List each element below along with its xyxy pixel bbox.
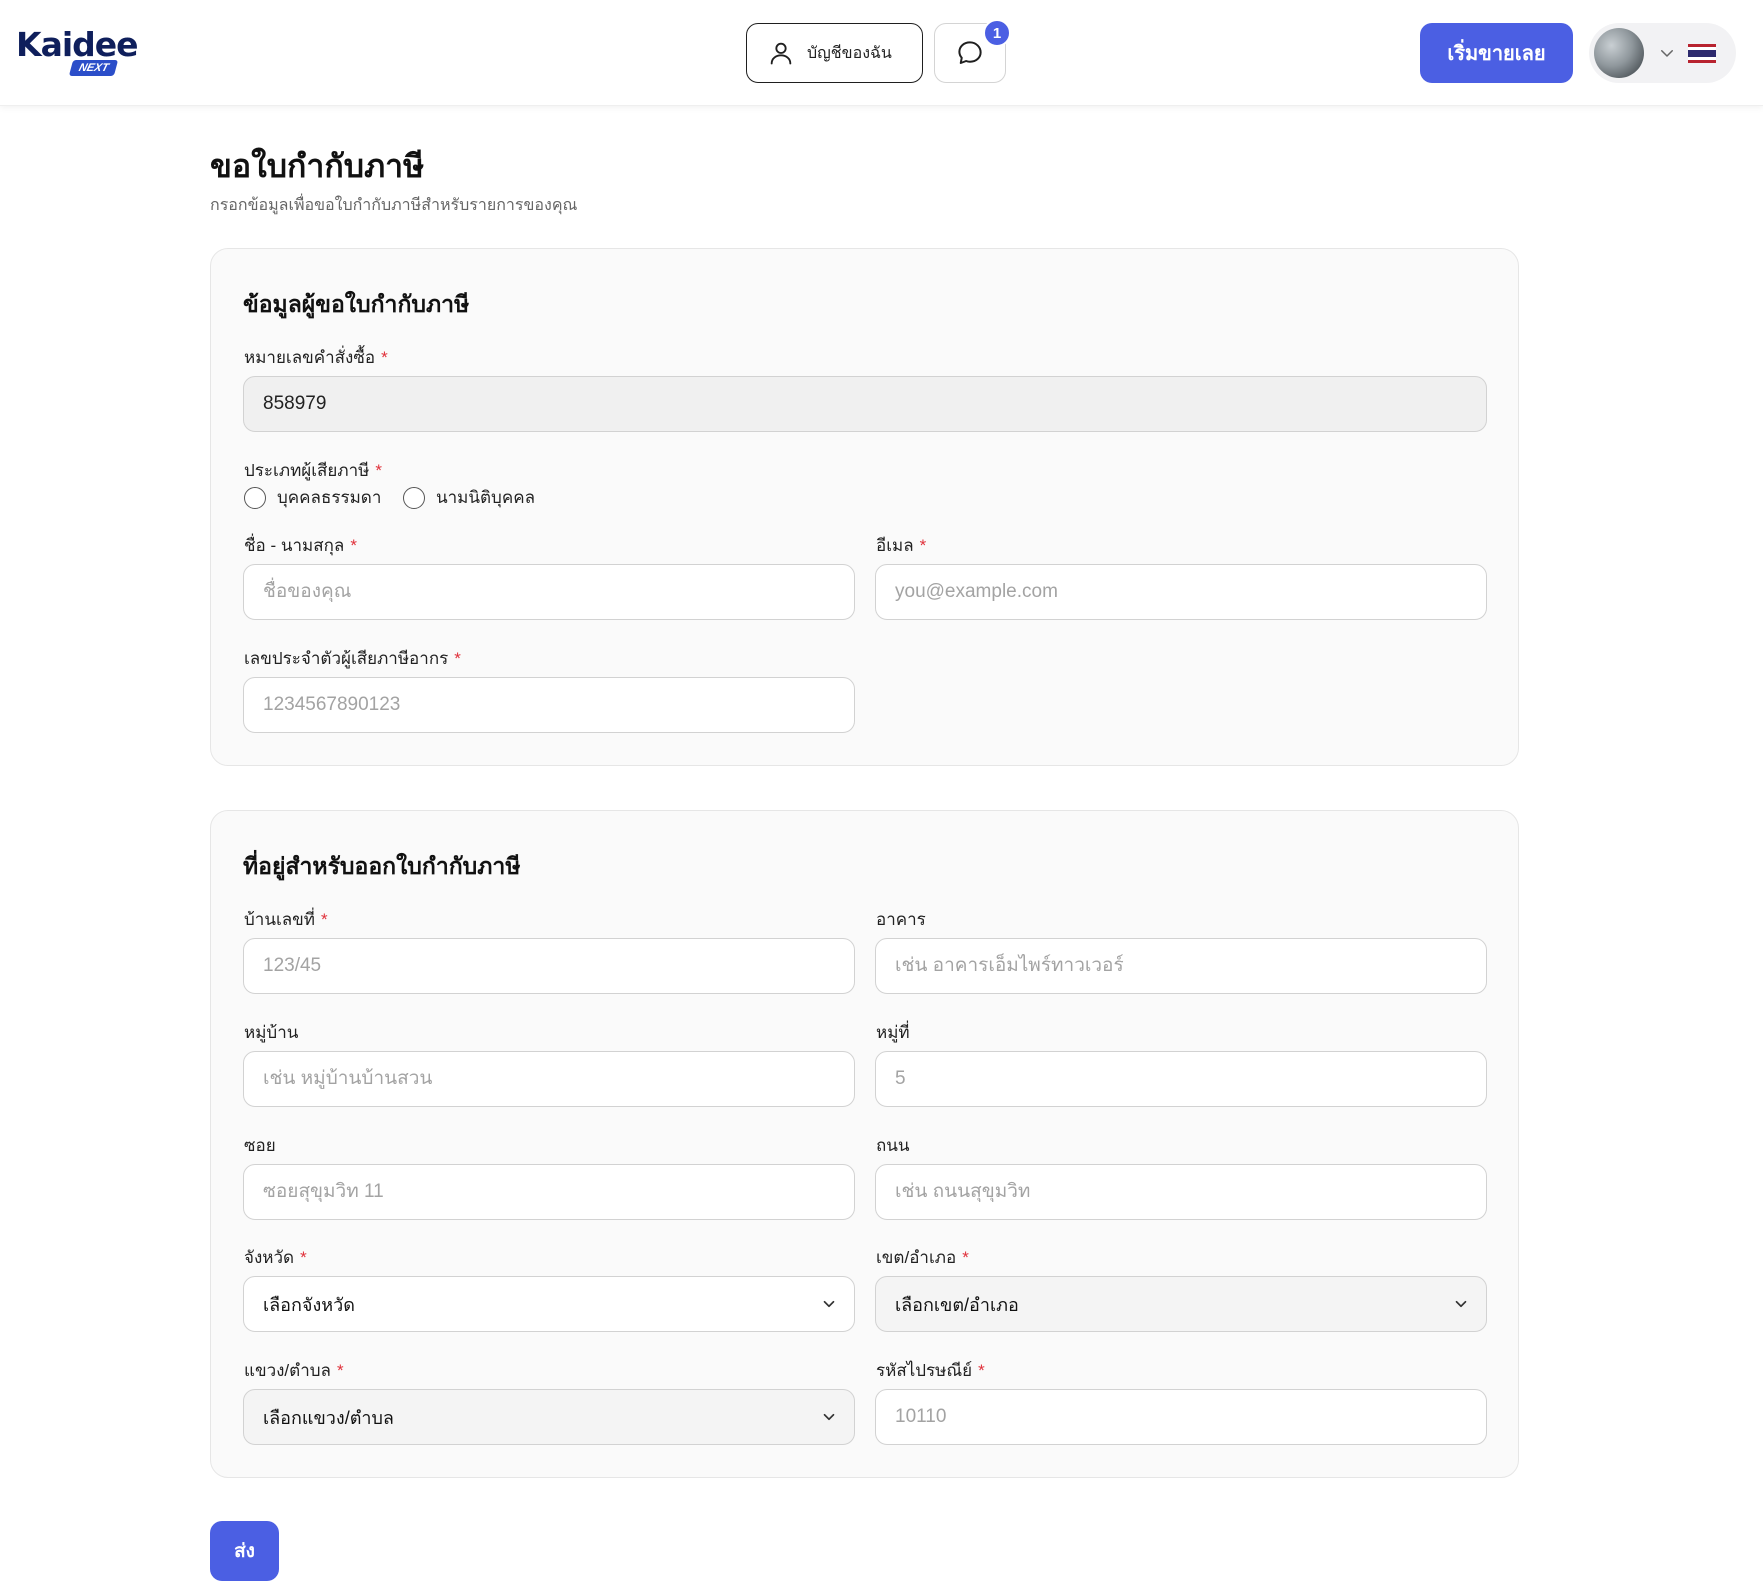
radio-juristic-label: นามนิติบุคคล — [436, 488, 535, 507]
postal-code-input[interactable] — [875, 1389, 1487, 1445]
start-selling-button[interactable]: เริ่มขายเลย — [1420, 23, 1573, 83]
address-section-title: ที่อยู่สำหรับออกใบกำกับภาษี — [243, 853, 521, 879]
full-name-label: ชื่อ - นามสกุล * — [244, 536, 357, 555]
tax-address-card: ที่อยู่สำหรับออกใบกำกับภาษี บ้านเลขที่ * … — [210, 810, 1519, 1478]
email-label: อีเมล * — [876, 536, 927, 555]
soi-input[interactable] — [243, 1164, 855, 1220]
required-mark: * — [300, 1248, 307, 1267]
order-number-label: หมายเลขคำสั่งซื้อ * — [244, 348, 388, 367]
tax-id-label: เลขประจำตัวผู้เสียภาษีอากร * — [244, 649, 461, 668]
top-navbar: Kaidee NEXT บัญชีของฉัน 1 เริ่มขายเลย — [0, 0, 1763, 106]
kaidee-logo[interactable]: Kaidee NEXT — [16, 26, 146, 76]
submit-button[interactable]: ส่ง — [210, 1521, 279, 1581]
required-mark: * — [962, 1248, 969, 1267]
village-input[interactable] — [243, 1051, 855, 1107]
village-label: หมู่บ้าน — [244, 1023, 299, 1042]
province-select-value: เลือกจังหวัด — [263, 1294, 355, 1315]
profile-menu[interactable] — [1589, 23, 1736, 83]
avatar — [1594, 28, 1644, 78]
required-mark: * — [336, 1361, 344, 1380]
province-label: จังหวัด * — [244, 1248, 307, 1267]
radio-circle[interactable] — [244, 486, 266, 509]
required-mark: * — [375, 461, 382, 480]
road-label: ถนน — [876, 1136, 910, 1155]
chevron-down-icon — [1661, 50, 1673, 57]
chevron-down-icon — [1455, 1300, 1467, 1308]
radio-circle[interactable] — [403, 486, 425, 509]
subdistrict-label: แขวง/ตำบล * — [244, 1361, 344, 1380]
radio-individual[interactable]: บุคคลธรรมดา — [244, 484, 381, 511]
postal-code-label: รหัสไปรษณีย์ * — [876, 1361, 985, 1380]
radio-juristic[interactable]: นามนิติบุคคล — [403, 484, 535, 511]
required-mark: * — [978, 1361, 985, 1380]
logo-next-badge: NEXT — [68, 60, 119, 76]
moo-input[interactable] — [875, 1051, 1487, 1107]
requester-section-title: ข้อมูลผู้ขอใบกำกับภาษี — [243, 291, 470, 317]
email-input[interactable] — [875, 564, 1487, 620]
chat-bubble-icon — [958, 41, 982, 64]
order-number-field — [243, 376, 1487, 432]
required-mark: * — [321, 910, 328, 929]
subdistrict-select-value: เลือกแขวง/ตำบล — [263, 1407, 394, 1428]
page-subtitle: กรอกข้อมูลเพื่อขอใบกำกับภาษีสำหรับรายการ… — [210, 197, 578, 214]
required-mark: * — [381, 348, 388, 367]
building-label: อาคาร — [876, 910, 926, 929]
subdistrict-select[interactable]: เลือกแขวง/ตำบล — [243, 1389, 855, 1445]
my-account-button[interactable]: บัญชีของฉัน — [746, 23, 923, 83]
my-account-label: บัญชีของฉัน — [807, 44, 892, 62]
chat-notification-badge: 1 — [983, 19, 1011, 47]
building-input[interactable] — [875, 938, 1487, 994]
district-select-value: เลือกเขต/อำเภอ — [895, 1294, 1019, 1315]
required-mark: * — [919, 536, 927, 555]
taxpayer-type-label: ประเภทผู้เสียภาษี * — [244, 461, 382, 480]
road-input[interactable] — [875, 1164, 1487, 1220]
district-label: เขต/อำเภอ * — [876, 1248, 969, 1267]
house-number-input[interactable] — [243, 938, 855, 994]
chevron-down-icon — [823, 1413, 835, 1421]
required-mark: * — [350, 536, 357, 555]
full-name-input[interactable] — [243, 564, 855, 620]
district-select[interactable]: เลือกเขต/อำเภอ — [875, 1276, 1487, 1332]
chevron-down-icon — [823, 1300, 835, 1308]
moo-label: หมู่ที่ — [876, 1023, 910, 1042]
tax-id-input[interactable] — [243, 677, 855, 733]
required-mark: * — [454, 649, 461, 668]
thai-flag-icon[interactable] — [1688, 43, 1716, 63]
user-icon — [770, 42, 792, 65]
page-title: ขอใบกำกับภาษี — [210, 148, 425, 184]
logo-wordmark: Kaidee — [16, 25, 139, 64]
requester-info-card: ข้อมูลผู้ขอใบกำกับภาษี หมายเลขคำสั่งซื้อ… — [210, 248, 1519, 766]
house-number-label: บ้านเลขที่ * — [244, 910, 328, 929]
soi-label: ซอย — [244, 1136, 276, 1155]
province-select[interactable]: เลือกจังหวัด — [243, 1276, 855, 1332]
radio-individual-label: บุคคลธรรมดา — [277, 488, 382, 507]
